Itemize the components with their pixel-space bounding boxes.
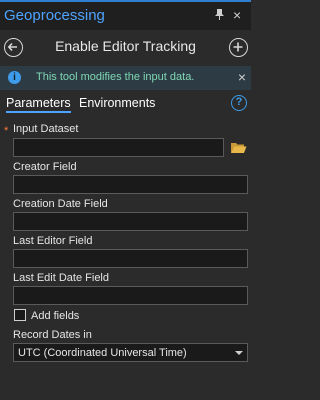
pane-title: Geoprocessing (4, 7, 105, 24)
last-editor-field-input[interactable] (13, 249, 248, 268)
creator-field-input[interactable] (13, 175, 248, 194)
creator-field-label: Creator Field (13, 161, 77, 173)
add-fields-label: Add fields (31, 310, 80, 322)
last-edit-date-field-label: Last Edit Date Field (13, 272, 109, 284)
record-dates-value: UTC (Coordinated Universal Time) (18, 347, 187, 359)
record-dates-select[interactable]: UTC (Coordinated Universal Time) (13, 343, 248, 362)
tool-header: Enable Editor Tracking (0, 30, 251, 64)
required-marker: * (4, 125, 9, 137)
help-icon[interactable]: ? (231, 95, 247, 111)
last-editor-field-label: Last Editor Field (13, 235, 93, 247)
last-edit-date-field-input[interactable] (13, 286, 248, 305)
tab-strip: Parameters Environments ? (0, 94, 251, 116)
record-dates-label: Record Dates in (13, 329, 92, 341)
pin-icon[interactable] (215, 9, 224, 23)
tab-environments[interactable]: Environments (79, 96, 155, 110)
info-message-bar: i This tool modifies the input data. × (0, 66, 251, 90)
folder-browse-icon[interactable] (230, 141, 247, 154)
chevron-down-icon (235, 351, 243, 355)
info-message: This tool modifies the input data. (36, 71, 195, 83)
add-icon (233, 42, 243, 52)
pane-title-bar: Geoprocessing × (0, 0, 251, 30)
creation-date-field-input[interactable] (13, 212, 248, 231)
add-fields-checkbox[interactable] (14, 309, 26, 321)
input-dataset-label: Input Dataset (13, 123, 79, 135)
close-pane-icon[interactable]: × (233, 7, 241, 23)
creation-date-field-label: Creation Date Field (13, 198, 108, 210)
info-icon: i (8, 71, 21, 84)
tool-title: Enable Editor Tracking (55, 38, 196, 54)
tab-parameters[interactable]: Parameters (6, 96, 71, 113)
close-info-icon[interactable]: × (238, 69, 246, 85)
add-button[interactable] (229, 38, 248, 57)
input-dataset-field[interactable] (13, 138, 224, 157)
